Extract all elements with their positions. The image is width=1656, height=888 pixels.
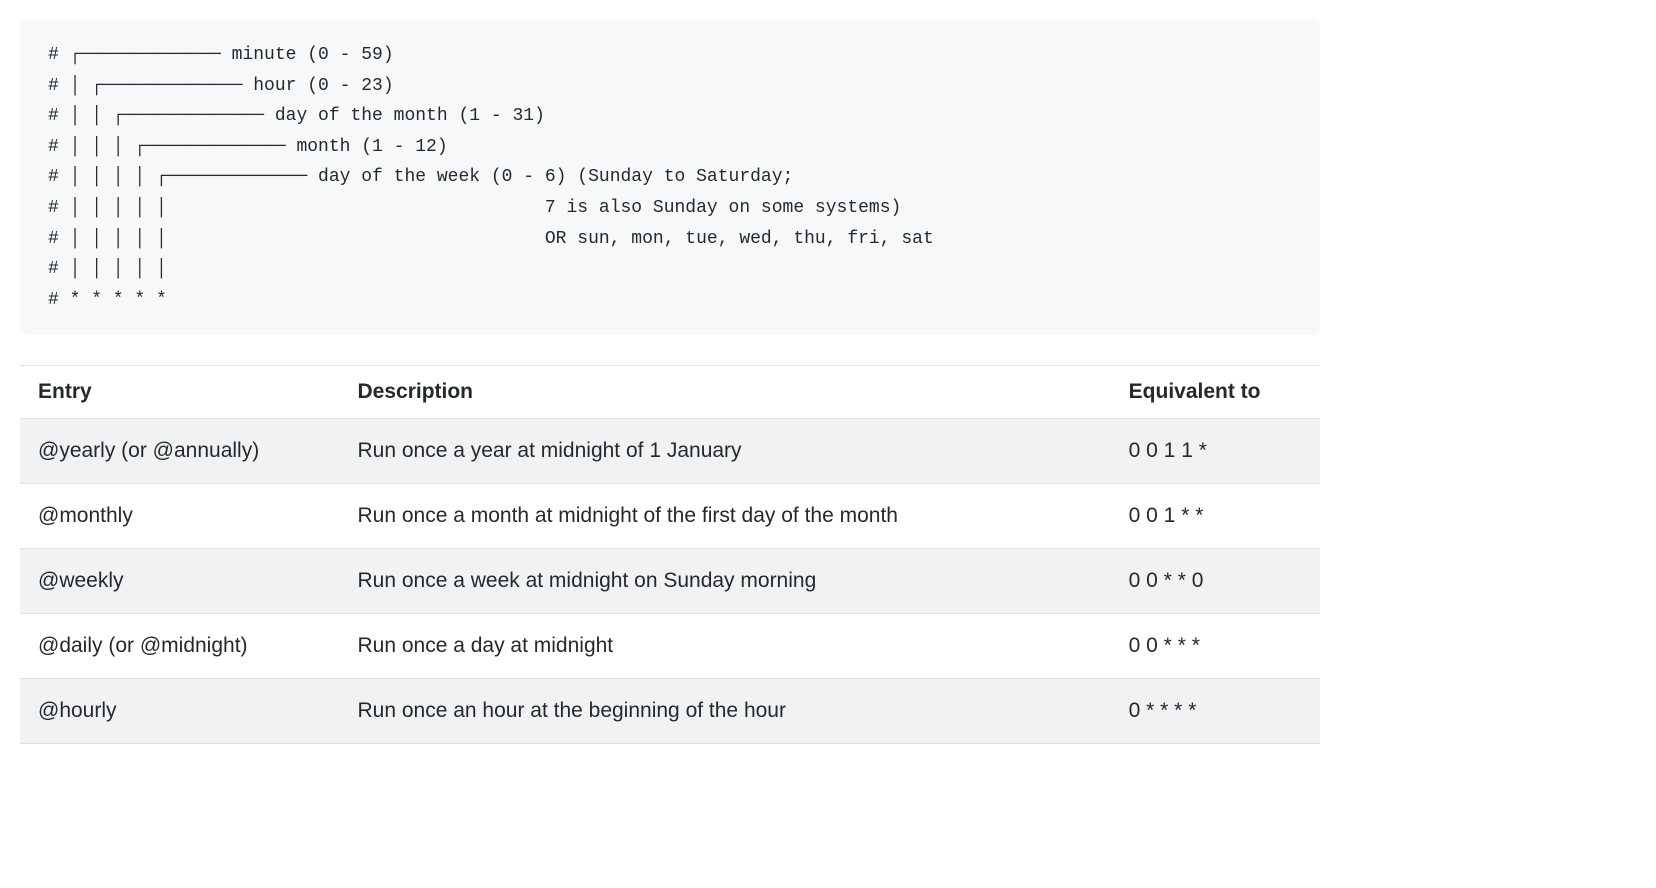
cell-description: Run once a month at midnight of the firs…: [339, 484, 1110, 549]
cell-equivalent: 0 * * * *: [1111, 679, 1320, 744]
header-entry: Entry: [20, 366, 339, 419]
table-header-row: Entry Description Equivalent to: [20, 366, 1320, 419]
cell-equivalent: 0 0 1 * *: [1111, 484, 1320, 549]
cell-equivalent: 0 0 * * *: [1111, 614, 1320, 679]
table-row: @yearly (or @annually) Run once a year a…: [20, 419, 1320, 484]
cell-entry: @yearly (or @annually): [20, 419, 339, 484]
cell-description: Run once a week at midnight on Sunday mo…: [339, 549, 1110, 614]
cron-shortcuts-table-wrap: Entry Description Equivalent to @yearly …: [20, 365, 1320, 744]
table-row: @monthly Run once a month at midnight of…: [20, 484, 1320, 549]
cell-description: Run once a day at midnight: [339, 614, 1110, 679]
header-equivalent: Equivalent to: [1111, 366, 1320, 419]
cell-equivalent: 0 0 * * 0: [1111, 549, 1320, 614]
table-row: @weekly Run once a week at midnight on S…: [20, 549, 1320, 614]
cron-shortcuts-table: Entry Description Equivalent to @yearly …: [20, 365, 1320, 744]
cron-syntax-diagram: # ┌───────────── minute (0 - 59) # │ ┌──…: [20, 20, 1320, 335]
cell-entry: @hourly: [20, 679, 339, 744]
cell-description: Run once a year at midnight of 1 January: [339, 419, 1110, 484]
cell-equivalent: 0 0 1 1 *: [1111, 419, 1320, 484]
cell-description: Run once an hour at the beginning of the…: [339, 679, 1110, 744]
table-row: @hourly Run once an hour at the beginnin…: [20, 679, 1320, 744]
header-description: Description: [339, 366, 1110, 419]
cell-entry: @weekly: [20, 549, 339, 614]
cell-entry: @daily (or @midnight): [20, 614, 339, 679]
table-row: @daily (or @midnight) Run once a day at …: [20, 614, 1320, 679]
cell-entry: @monthly: [20, 484, 339, 549]
